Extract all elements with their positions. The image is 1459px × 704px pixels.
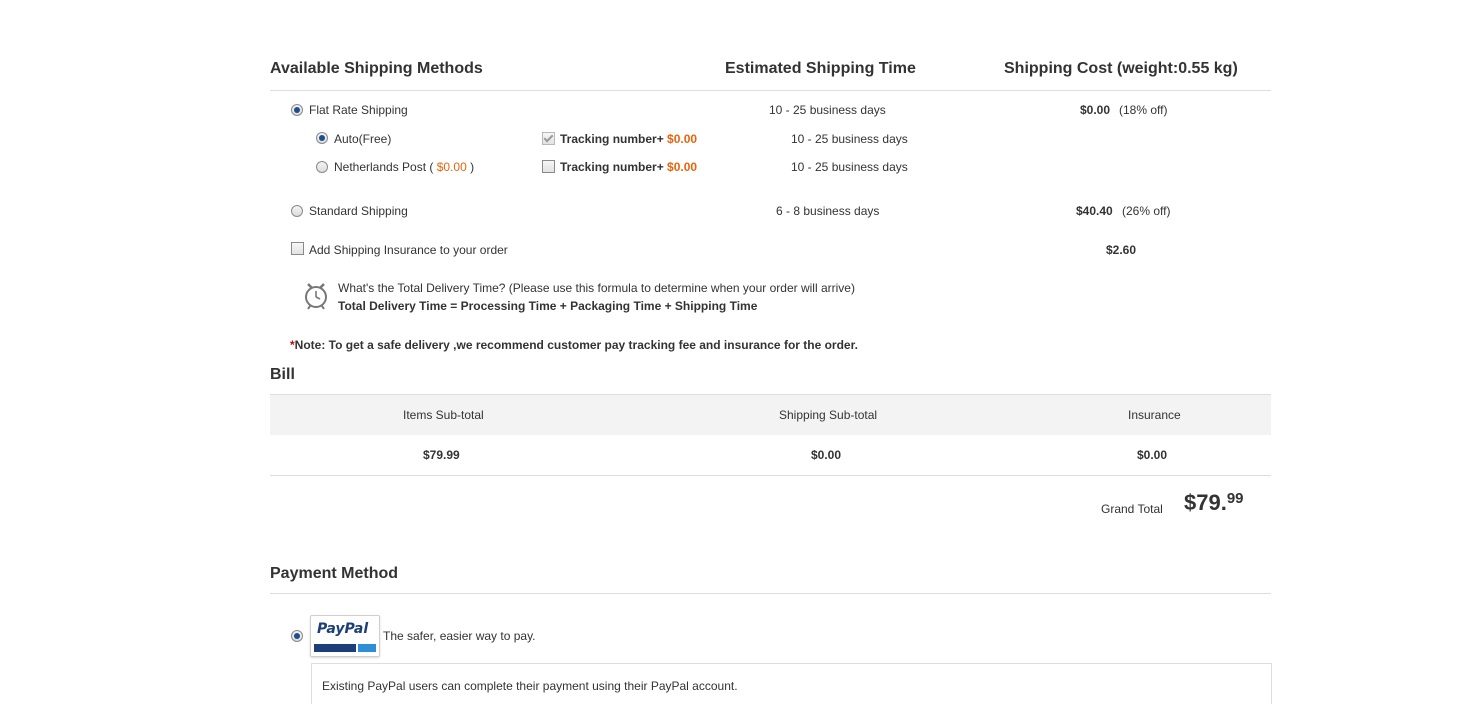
- insurance-checkbox[interactable]: [291, 242, 304, 255]
- bill-insurance-value: $0.00: [1137, 448, 1168, 462]
- shipping-methods-header: Available Shipping Methods: [270, 60, 483, 77]
- netherlands-time: 10 - 25 business days: [791, 160, 908, 174]
- insurance-label[interactable]: Add Shipping Insurance to your order: [309, 243, 508, 257]
- auto-time: 10 - 25 business days: [791, 132, 908, 146]
- netherlands-tracking-checkbox[interactable]: [542, 160, 555, 173]
- bill-col-items: Items Sub-total: [403, 408, 484, 422]
- flat-rate-discount: (18% off): [1119, 103, 1168, 117]
- paypal-logo[interactable]: PayPal: [310, 615, 380, 657]
- netherlands-post-radio[interactable]: [316, 161, 328, 173]
- shipping-cost-header: Shipping Cost (weight:0.55 kg): [1004, 60, 1238, 77]
- auto-tracking-price: $0.00: [667, 132, 698, 146]
- delivery-time-question: What's the Total Delivery Time? (Please …: [338, 281, 855, 295]
- netherlands-post-price: $0.00: [436, 160, 467, 174]
- grand-total-amount: $79.99: [1184, 490, 1244, 515]
- bill-col-shipping: Shipping Sub-total: [779, 408, 878, 422]
- netherlands-post-label[interactable]: Netherlands Post ( $0.00 ): [334, 160, 474, 174]
- bill-col-insurance: Insurance: [1128, 408, 1181, 422]
- bill-shipping-value: $0.00: [811, 448, 842, 462]
- flat-rate-cost: $0.00: [1080, 103, 1111, 117]
- flat-rate-radio[interactable]: [291, 104, 303, 116]
- shipping-header-divider: [270, 90, 1271, 91]
- payment-method-title: Payment Method: [270, 565, 399, 582]
- paypal-radio[interactable]: [291, 630, 303, 642]
- standard-shipping-label[interactable]: Standard Shipping: [309, 204, 408, 218]
- bill-row-divider: [270, 475, 1271, 476]
- shipping-time-header: Estimated Shipping Time: [725, 60, 916, 77]
- grand-total-cents: 99: [1226, 490, 1244, 507]
- bill-items-value: $79.99: [423, 448, 460, 462]
- auto-tracking-label: Tracking number+ $0.00: [560, 132, 698, 146]
- paypal-tagline: The safer, easier way to pay.: [383, 629, 536, 643]
- standard-shipping-discount: (26% off): [1122, 204, 1171, 218]
- netherlands-tracking-label: Tracking number+ $0.00: [560, 160, 698, 174]
- auto-free-label[interactable]: Auto(Free): [334, 132, 391, 146]
- netherlands-tracking-price: $0.00: [667, 160, 698, 174]
- standard-shipping-cost: $40.40: [1076, 204, 1113, 218]
- grand-total-label: Grand Total: [1101, 502, 1163, 516]
- standard-shipping-time: 6 - 8 business days: [776, 204, 880, 218]
- shipping-note: *Note: To get a safe delivery ,we recomm…: [290, 338, 858, 352]
- bill-title: Bill: [270, 366, 295, 383]
- payment-divider: [270, 593, 1271, 594]
- flat-rate-time: 10 - 25 business days: [769, 103, 886, 117]
- alarm-clock-icon: [303, 280, 329, 315]
- standard-shipping-radio[interactable]: [291, 205, 303, 217]
- delivery-time-formula: Total Delivery Time = Processing Time + …: [338, 299, 758, 313]
- flat-rate-label[interactable]: Flat Rate Shipping: [309, 103, 408, 117]
- insurance-cost: $2.60: [1106, 243, 1137, 257]
- auto-tracking-checkbox[interactable]: [542, 132, 555, 145]
- auto-free-radio[interactable]: [316, 132, 328, 144]
